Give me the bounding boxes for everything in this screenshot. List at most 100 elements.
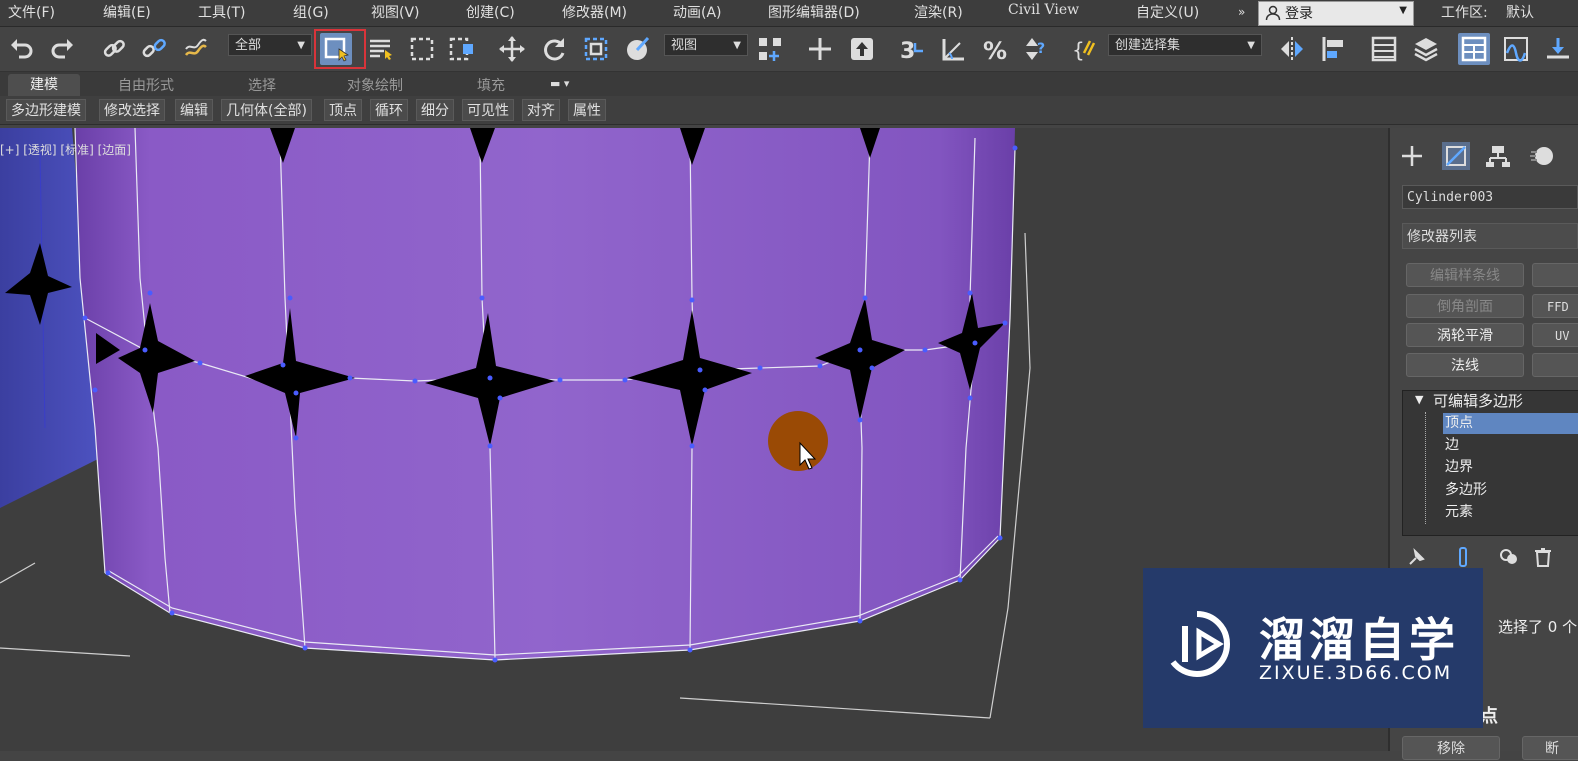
ribbon-edit[interactable]: 编辑 [175,99,213,121]
make-unique-button[interactable] [1498,546,1520,572]
rectangular-selection-button[interactable] [406,33,438,65]
stack-item-border[interactable]: 边界 [1445,457,1473,478]
placement-button[interactable] [622,33,654,65]
curve-editor-button[interactable] [1500,33,1532,65]
modify-tab[interactable] [1442,142,1470,170]
named-selection-set-dropdown[interactable]: 创建选择集 ▼ [1108,34,1262,56]
scale-button[interactable] [580,33,612,65]
toggle-layers-button[interactable] [1410,33,1442,65]
viewport-label[interactable]: [+] [透视] [标准] [边面] [0,141,131,158]
percent-snap-button[interactable]: % [980,33,1012,65]
create-tab[interactable] [1398,142,1426,170]
select-object-button[interactable] [320,33,352,65]
ribbon-options-icon[interactable]: ▬ ▾ [550,77,569,90]
menu-customize[interactable]: 自定义(U) [1136,2,1199,22]
menu-file[interactable]: 文件(F) [8,2,55,22]
schematic-view-button[interactable] [1542,33,1574,65]
hierarchy-tab[interactable] [1484,142,1512,170]
layer-list-icon [1371,36,1397,62]
move-button[interactable] [496,33,528,65]
menu-rendering[interactable]: 渲染(R) [914,2,963,22]
unlink-button[interactable] [138,33,170,65]
menu-group[interactable]: 组(G) [293,2,329,22]
selection-filter-dropdown[interactable]: 全部 ▼ [228,34,312,56]
menu-civil-view[interactable]: Civil View [1008,2,1079,18]
remove-button[interactable]: 移除 [1402,736,1500,760]
workspace-label: 工作区: [1441,5,1488,21]
layer-explorer-button[interactable] [1368,33,1400,65]
ribbon-visibility[interactable]: 可见性 [462,99,514,121]
stack-root-editable-poly[interactable]: 可编辑多边形 [1433,391,1523,412]
modifier-turbosmooth-button[interactable]: 涡轮平滑 [1406,323,1524,347]
menu-create[interactable]: 创建(C) [466,2,515,22]
menu-modifiers[interactable]: 修改器(M) [562,2,627,22]
login-dropdown[interactable]: 登录 ▼ [1258,1,1414,26]
ribbon-vertices[interactable]: 顶点 [324,99,362,121]
menu-tools[interactable]: 工具(T) [198,2,245,22]
tab-object-paint[interactable]: 对象绘制 [347,75,403,95]
align-button[interactable] [1318,33,1350,65]
svg-text:3: 3 [900,39,915,63]
ribbon-modify-selection[interactable]: 修改选择 [99,99,165,121]
modifier-list-dropdown[interactable]: 修改器列表 [1402,223,1578,249]
selection-filter-value: 全部 [235,38,262,53]
user-icon [1265,5,1281,21]
ribbon-loops[interactable]: 循环 [370,99,408,121]
select-manipulate-button[interactable] [804,33,836,65]
space-warp-icon [184,38,207,56]
spinner-snap-button[interactable]: ? [1020,33,1052,65]
ribbon-subdivision[interactable]: 细分 [416,99,454,121]
object-name-field[interactable]: Cylinder003 [1402,185,1578,209]
menu-edit[interactable]: 编辑(E) [103,2,151,22]
modifier-blank-button-2[interactable] [1532,353,1578,377]
tab-modeling[interactable]: 建模 [8,74,80,96]
menu-graph-editors[interactable]: 图形编辑器(D) [768,2,860,22]
expand-triangle-icon[interactable]: ▼ [1415,393,1423,406]
snaps-toggle-button[interactable]: 3 [896,33,928,65]
break-button[interactable]: 断 [1522,736,1578,760]
keyboard-shortcut-button[interactable] [846,33,878,65]
modifier-blank-button-1[interactable] [1532,263,1578,287]
layers-icon [1414,38,1438,62]
undo-button[interactable] [6,33,38,65]
link-button[interactable] [98,33,130,65]
tab-freeform[interactable]: 自由形式 [118,75,174,95]
menu-animation[interactable]: 动画(A) [673,2,722,22]
angle-snap-button[interactable] [938,33,970,65]
svg-text:{: { [1072,38,1085,62]
redo-button[interactable] [46,33,78,65]
modifier-uv-button[interactable]: UV [1532,323,1578,347]
reference-coordinate-dropdown[interactable]: 视图 ▼ [664,34,748,56]
stack-item-edge[interactable]: 边 [1445,435,1459,456]
redo-icon [51,39,73,59]
ribbon-align[interactable]: 对齐 [522,99,560,121]
stack-item-vertex[interactable]: 顶点 [1443,413,1578,434]
pivot-center-button[interactable] [754,33,786,65]
undo-icon [11,39,33,59]
mirror-button[interactable] [1276,33,1308,65]
tab-populate[interactable]: 填充 [477,75,505,95]
watermark: 溜溜自学 ZIXUE.3D66.COM [1143,568,1483,728]
edit-named-selection-button[interactable]: { [1068,33,1100,65]
ribbon-properties[interactable]: 属性 [568,99,606,121]
bind-space-warp-button[interactable] [180,33,212,65]
stack-item-polygon[interactable]: 多边形 [1445,480,1487,501]
remove-modifier-button[interactable] [1532,546,1554,572]
menu-views[interactable]: 视图(V) [371,2,420,22]
snap-3d-icon: 3 [900,39,923,63]
toggle-ribbon-button[interactable] [1458,33,1490,65]
select-by-name-button[interactable] [364,33,396,65]
modifier-bevel-profile-button[interactable]: 倒角剖面 [1406,294,1524,318]
ribbon-polygon-modeling[interactable]: 多边形建模 [6,99,86,121]
workspace-value[interactable]: 默认 [1506,2,1534,22]
modifier-ffd-button[interactable]: FFD [1532,294,1578,318]
window-crossing-button[interactable] [446,33,478,65]
ribbon-geometry-all[interactable]: 几何体(全部) [221,99,312,121]
modifier-edit-spline-button[interactable]: 编辑样条线 [1406,263,1524,287]
stack-item-element[interactable]: 元素 [1445,502,1473,523]
menu-overflow-icon[interactable]: » [1238,5,1245,19]
modifier-normal-button[interactable]: 法线 [1406,353,1524,377]
rotate-button[interactable] [538,33,570,65]
motion-tab[interactable] [1528,142,1556,170]
tab-selection[interactable]: 选择 [248,75,276,95]
